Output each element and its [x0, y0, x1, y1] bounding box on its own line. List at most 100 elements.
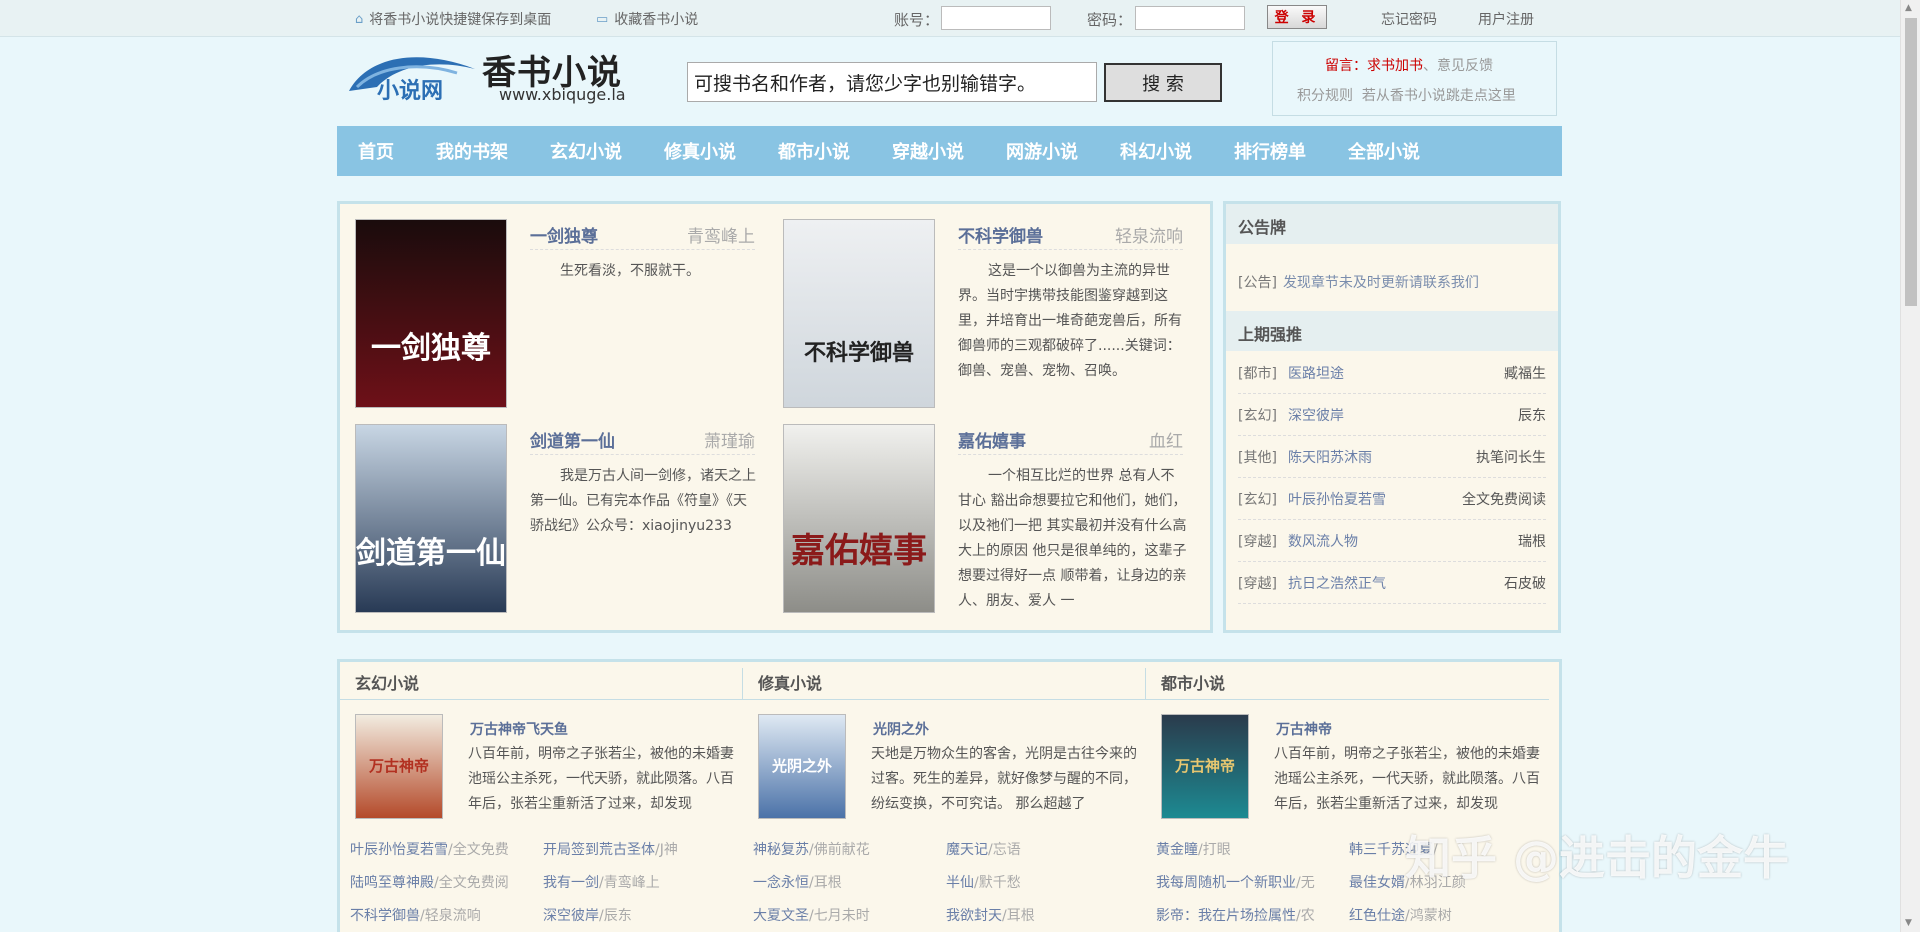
points-rules-link[interactable]: 积分规则	[1297, 88, 1353, 104]
book-link[interactable]: 我欲封天	[946, 908, 1002, 924]
notice-board: 公告牌 [公告] 发现章节未及时更新请联系我们 上期强推 [都市] 医路坦途 臧福生 …	[1223, 201, 1561, 633]
scroll-down-icon[interactable]: ▼	[1905, 918, 1912, 928]
redirect-help-link[interactable]: 若从香书小说跳走点这里	[1362, 88, 1516, 104]
scroll-up-icon[interactable]: ▲	[1905, 3, 1912, 13]
nav-ranking[interactable]: 排行榜单	[1234, 138, 1306, 164]
nav-bookshelf[interactable]: 我的书架	[436, 138, 508, 164]
rec-title[interactable]: 医路坦途	[1288, 363, 1504, 383]
book-author: /七月未时	[809, 907, 870, 924]
password-label: 密码：	[1087, 11, 1133, 29]
watermark: 知乎 @进击的金牛	[1405, 831, 1790, 885]
book-link[interactable]: 开局签到荒古圣体	[543, 842, 655, 858]
nav-home[interactable]: 首页	[358, 138, 394, 164]
nav-xiuzhen[interactable]: 修真小说	[664, 138, 736, 164]
featured-desc: 八百年前，明帝之子张若尘，被他的未婚妻池瑶公主杀死，一代天骄，就此陨落。八百年后…	[468, 746, 734, 812]
category-column: 修真小说 光阴之外 光阴之外 天地是万物众生的客舍，光阴是古往今来的过客。死生的…	[743, 662, 1146, 932]
book-link[interactable]: 影帝：我在片场捡属性	[1156, 908, 1296, 924]
book-author: /无	[1296, 874, 1315, 891]
rec-title[interactable]: 抗日之浩然正气	[1288, 573, 1504, 593]
recommend-row: [都市] 医路坦途 臧福生	[1238, 352, 1546, 394]
book-cover[interactable]: 一剑独尊	[355, 219, 507, 408]
nav-chuanyue[interactable]: 穿越小说	[892, 138, 964, 164]
feedback-link[interactable]: 意见反馈	[1437, 58, 1493, 74]
link-row: 叶辰孙怡夏若雪/全文免费 开局签到荒古圣体/J神	[350, 832, 743, 865]
rec-title[interactable]: 陈天阳苏沐雨	[1288, 447, 1476, 467]
rec-author: 瑞根	[1518, 533, 1546, 550]
book-link[interactable]: 陆鸣至尊神殿	[350, 875, 434, 891]
nav-kehuan[interactable]: 科幻小说	[1120, 138, 1192, 164]
notice-link[interactable]: 发现章节未及时更新请联系我们	[1283, 275, 1479, 291]
rec-author: 石皮破	[1504, 575, 1546, 592]
book-author: /轻泉流响	[420, 907, 481, 924]
book-desc: 这是一个以御兽为主流的异世界。当时宇携带技能图鉴穿越到这里，并培育出一堆奇葩宠兽…	[958, 263, 1182, 379]
site-logo[interactable]: 小说网 香书小说 www.xbiquge.la	[347, 45, 637, 111]
book-link[interactable]: 最佳女婿	[1349, 875, 1405, 891]
link-row: 不科学御兽/轻泉流响 深空彼岸/辰东	[350, 898, 743, 931]
top-bar: ⌂ 将香书小说快捷键保存到桌面 ▭ 收藏香书小说 账号： 密码： 登 录 忘记密…	[0, 0, 1900, 37]
book-link[interactable]: 黄金瞳	[1156, 842, 1198, 858]
featured-title[interactable]: 万古神帝	[1276, 719, 1332, 739]
book-author: 血红	[1149, 432, 1183, 452]
book-link[interactable]: 叶辰孙怡夏若雪	[350, 842, 448, 858]
book-cover[interactable]: 剑道第一仙	[355, 424, 507, 613]
rec-title[interactable]: 叶辰孙怡夏若雪	[1288, 489, 1462, 509]
book-link[interactable]: 魔天记	[946, 842, 988, 858]
featured-cover[interactable]: 万古神帝	[1161, 714, 1249, 819]
account-input[interactable]	[941, 6, 1051, 30]
category-column: 都市小说 万古神帝 万古神帝 八百年前，明帝之子张若尘，被他的未婚妻池瑶公主杀死…	[1146, 662, 1549, 932]
book-title[interactable]: 不科学御兽	[958, 222, 1043, 247]
book-link[interactable]: 不科学御兽	[350, 908, 420, 924]
rec-title[interactable]: 深空彼岸	[1288, 405, 1518, 425]
book-author: /辰东	[599, 907, 632, 924]
category-panel: 玄幻小说 万古神帝 万古神帝飞天鱼 八百年前，明帝之子张若尘，被他的未婚妻池瑶公…	[337, 659, 1562, 932]
forgot-password-link[interactable]: 忘记密码	[1381, 9, 1437, 29]
book-author: /打眼	[1198, 841, 1231, 858]
featured-cover[interactable]: 万古神帝	[355, 714, 443, 819]
nav-all[interactable]: 全部小说	[1348, 138, 1420, 164]
hot-books-panel: 一剑独尊 一剑独尊 青鸾峰上 生死看淡，不服就干。 不科学御兽 不科学御兽 轻泉…	[337, 201, 1213, 633]
book-cover[interactable]: 嘉佑嬉事	[783, 424, 935, 613]
save-to-desktop-link[interactable]: ⌂ 将香书小说快捷键保存到桌面	[355, 9, 551, 29]
featured-cover[interactable]: 光阴之外	[758, 714, 846, 819]
logo-tagline: 小说网	[377, 79, 444, 104]
featured-title[interactable]: 万古神帝飞天鱼	[470, 719, 568, 739]
book-author: /忘语	[988, 841, 1021, 858]
book-link[interactable]: 一念永恒	[753, 875, 809, 891]
hot-book: 不科学御兽 不科学御兽 轻泉流响 这是一个以御兽为主流的异世界。当时宇携带技能图…	[768, 204, 1198, 408]
book-author: 萧瑾瑜	[704, 432, 755, 452]
book-link[interactable]: 神秘复苏	[753, 842, 809, 858]
book-link[interactable]: 半仙	[946, 875, 974, 891]
nav-dushi[interactable]: 都市小说	[778, 138, 850, 164]
message-separator: 、	[1423, 58, 1437, 74]
account-label: 账号：	[894, 11, 940, 29]
login-button[interactable]: 登 录	[1267, 5, 1327, 29]
nav-wangyou[interactable]: 网游小说	[1006, 138, 1078, 164]
save-to-desktop-label: 将香书小说快捷键保存到桌面	[369, 12, 552, 28]
password-input[interactable]	[1135, 6, 1245, 30]
request-book-link[interactable]: 求书加书	[1367, 58, 1423, 74]
nav-xuanhuan[interactable]: 玄幻小说	[550, 138, 622, 164]
search-button[interactable]: 搜 索	[1104, 63, 1222, 102]
favorite-label: 收藏香书小说	[614, 12, 699, 28]
link-row: 影帝：我在片场捡属性/农 红色仕途/鸿蒙树	[1156, 898, 1549, 931]
book-link[interactable]: 红色仕途	[1349, 908, 1405, 924]
book-title[interactable]: 剑道第一仙	[530, 427, 615, 452]
book-author: /全文免费	[448, 841, 509, 858]
book-cover[interactable]: 不科学御兽	[783, 219, 935, 408]
featured-title[interactable]: 光阴之外	[873, 719, 929, 739]
register-link[interactable]: 用户注册	[1478, 9, 1534, 29]
favorite-link[interactable]: ▭ 收藏香书小说	[596, 9, 698, 29]
search-input[interactable]	[687, 62, 1097, 102]
book-link[interactable]: 深空彼岸	[543, 908, 599, 924]
book-link[interactable]: 我有一剑	[543, 875, 599, 891]
divider	[530, 454, 755, 455]
rec-title[interactable]: 数风流人物	[1288, 531, 1518, 551]
vertical-scrollbar[interactable]: ▲ ▼	[1900, 0, 1920, 932]
book-author: /青鸾峰上	[599, 874, 660, 891]
book-link[interactable]: 大夏文圣	[753, 908, 809, 924]
scroll-thumb[interactable]	[1905, 18, 1917, 306]
book-author: /耳根	[809, 874, 842, 891]
book-title[interactable]: 一剑独尊	[530, 222, 598, 247]
book-link[interactable]: 我每周随机一个新职业	[1156, 875, 1296, 891]
book-title[interactable]: 嘉佑嬉事	[958, 427, 1026, 452]
